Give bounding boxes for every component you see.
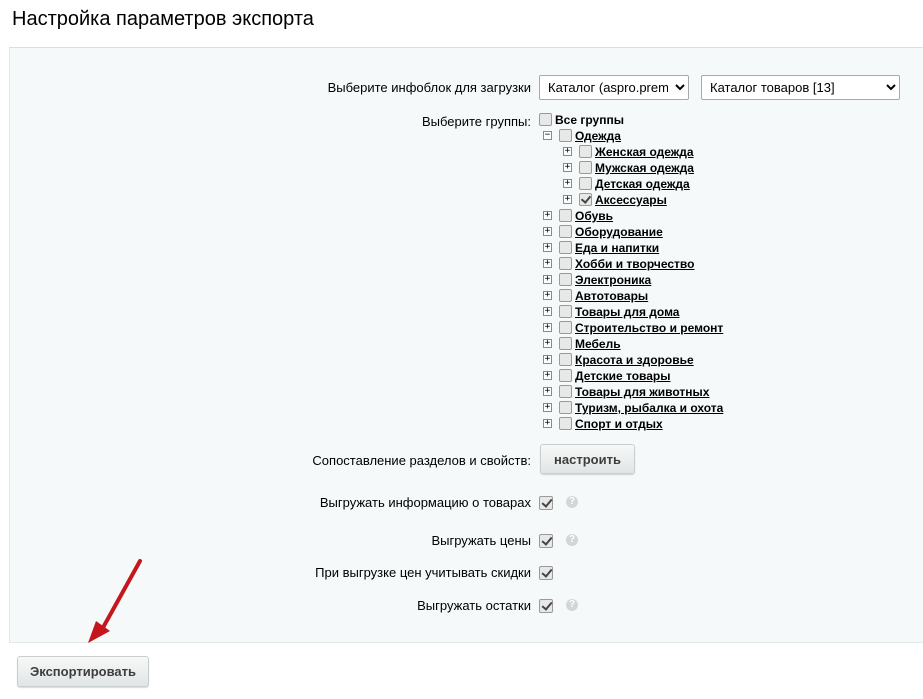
group-label[interactable]: Спорт и отдых (575, 417, 663, 431)
expand-icon[interactable]: + (543, 227, 552, 236)
configure-button[interactable]: настроить (540, 444, 635, 474)
group-label[interactable]: Детские товары (575, 369, 671, 383)
infoblock-label: Выберите инфоблок для загрузки (327, 80, 531, 95)
group-checkbox[interactable] (559, 225, 572, 238)
group-label[interactable]: Туризм, рыбалка и охота (575, 401, 723, 415)
red-arrow-annotation (88, 559, 142, 643)
option-checkbox[interactable] (539, 534, 553, 548)
group-label[interactable]: Автотовары (575, 289, 648, 303)
group-label[interactable]: Хобби и творчество (575, 257, 694, 271)
group-label[interactable]: Товары для животных (575, 385, 709, 399)
group-checkbox[interactable] (579, 177, 592, 190)
expand-icon[interactable]: + (543, 291, 552, 300)
group-label[interactable]: Еда и напитки (575, 241, 659, 255)
group-checkbox[interactable] (559, 273, 572, 286)
expand-icon[interactable]: + (543, 243, 552, 252)
option-label: Выгружать информацию о товарах (319, 495, 531, 510)
group-checkbox[interactable] (559, 289, 572, 302)
group-checkbox[interactable] (559, 209, 572, 222)
expand-icon[interactable]: + (543, 259, 552, 268)
settings-panel (9, 47, 923, 643)
expand-icon[interactable]: + (543, 403, 552, 412)
groups-label: Выберите группы: (421, 114, 531, 129)
group-label[interactable]: Детская одежда (595, 177, 690, 191)
expand-icon[interactable]: + (543, 307, 552, 316)
group-checkbox[interactable] (579, 193, 592, 206)
expand-icon[interactable]: + (563, 147, 572, 156)
mapping-label: Сопоставление разделов и свойств: (312, 453, 531, 468)
group-checkbox[interactable] (579, 145, 592, 158)
expand-icon[interactable]: + (543, 339, 552, 348)
group-label[interactable]: Обувь (575, 209, 613, 223)
expand-icon[interactable]: + (543, 419, 552, 428)
option-label: При выгрузке цен учитывать скидки (315, 565, 531, 580)
all-groups-label: Все группы (555, 113, 624, 127)
option-checkbox[interactable] (539, 496, 553, 510)
group-label[interactable]: Одежда (575, 129, 621, 143)
expand-icon[interactable]: + (563, 179, 572, 188)
expand-icon[interactable]: + (543, 323, 552, 332)
help-icon[interactable]: ? (566, 496, 578, 508)
expand-icon[interactable]: + (543, 211, 552, 220)
expand-icon[interactable]: + (543, 275, 552, 284)
page-title: Настройка параметров экспорта (12, 8, 314, 30)
group-checkbox[interactable] (559, 385, 572, 398)
group-label[interactable]: Красота и здоровье (575, 353, 694, 367)
expand-icon[interactable]: + (543, 387, 552, 396)
group-label[interactable]: Мужская одежда (595, 161, 694, 175)
group-checkbox[interactable] (559, 241, 572, 254)
group-checkbox[interactable] (559, 337, 572, 350)
option-label: Выгружать остатки (417, 598, 531, 613)
group-label[interactable]: Оборудование (575, 225, 663, 239)
group-label[interactable]: Мебель (575, 337, 621, 351)
catalog-select[interactable]: Каталог (aspro.premier) (539, 75, 689, 100)
group-checkbox[interactable] (559, 321, 572, 334)
group-checkbox[interactable] (579, 161, 592, 174)
group-label[interactable]: Электроника (575, 273, 651, 287)
group-label[interactable]: Женская одежда (595, 145, 694, 159)
group-checkbox[interactable] (559, 129, 572, 142)
option-label: Выгружать цены (431, 533, 531, 548)
group-checkbox[interactable] (559, 353, 572, 366)
option-checkbox[interactable] (539, 566, 553, 580)
help-icon[interactable]: ? (566, 599, 578, 611)
help-icon[interactable]: ? (566, 534, 578, 546)
group-checkbox[interactable] (559, 369, 572, 382)
iblock-select[interactable]: Каталог товаров [13] (701, 75, 900, 100)
group-checkbox[interactable] (559, 305, 572, 318)
option-checkbox[interactable] (539, 599, 553, 613)
group-checkbox[interactable] (559, 401, 572, 414)
export-button[interactable]: Экспортировать (17, 656, 149, 687)
group-label[interactable]: Аксессуары (595, 193, 667, 207)
group-checkbox[interactable] (559, 417, 572, 430)
expand-icon[interactable]: + (563, 163, 572, 172)
group-label[interactable]: Строительство и ремонт (575, 321, 723, 335)
expand-icon[interactable]: + (563, 195, 572, 204)
group-label[interactable]: Товары для дома (575, 305, 679, 319)
expand-icon[interactable]: + (543, 371, 552, 380)
all-groups-checkbox[interactable] (539, 113, 552, 126)
expand-icon[interactable]: + (543, 355, 552, 364)
group-checkbox[interactable] (559, 257, 572, 270)
collapse-icon[interactable]: − (543, 131, 552, 140)
